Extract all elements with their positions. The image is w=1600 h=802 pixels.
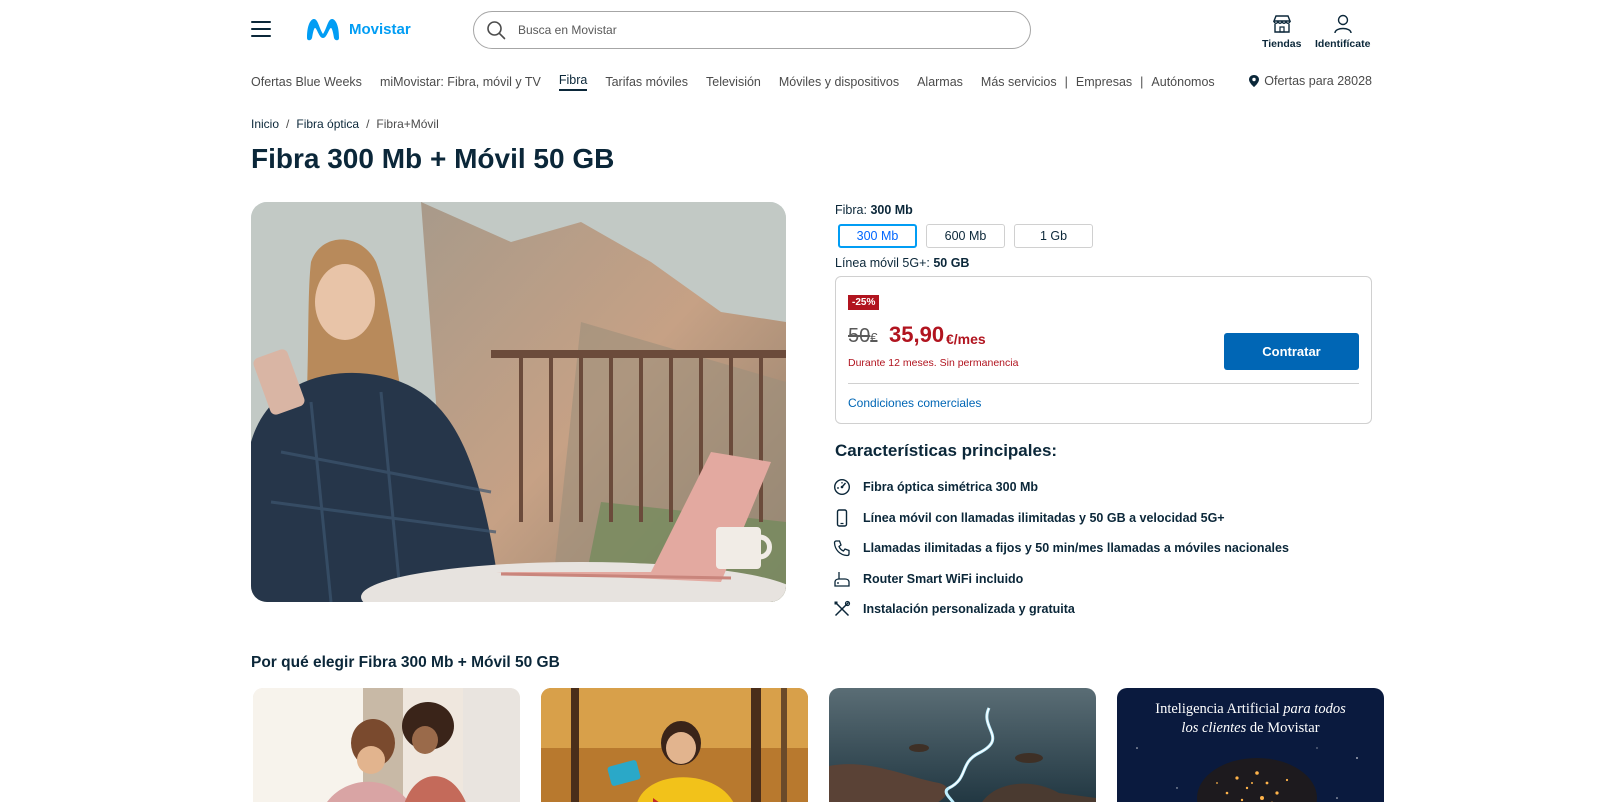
- nav-mas-servicios[interactable]: Más servicios: [981, 75, 1057, 89]
- feature-text: Router Smart WiFi incluido: [863, 571, 1024, 586]
- feature-item: Llamadas ilimitadas a fijos y 50 min/mes…: [833, 533, 1289, 564]
- stores-label: Tiendas: [1262, 38, 1302, 50]
- phone-icon: [833, 540, 850, 557]
- price-note: Durante 12 meses. Sin permanencia: [848, 357, 1019, 369]
- feature-text: Llamadas ilimitadas a fijos y 50 min/mes…: [863, 541, 1289, 556]
- nav-empresas[interactable]: Empresas: [1076, 75, 1132, 89]
- why-section-title: Por qué elegir Fibra 300 Mb + Móvil 50 G…: [251, 654, 560, 671]
- nav-alarmas[interactable]: Alarmas: [917, 75, 963, 89]
- location-pin-icon: [1249, 75, 1260, 87]
- feature-item: Instalación personalizada y gratuita: [833, 594, 1289, 625]
- breadcrumb: Inicio / Fibra óptica / Fibra+Móvil: [251, 117, 439, 131]
- price-card: -25% 50€ 35,90 €/mes Durante 12 meses. S…: [835, 276, 1372, 424]
- product-hero-image: [251, 202, 786, 602]
- feature-text: Fibra óptica simétrica 300 Mb: [863, 480, 1039, 495]
- stores-button[interactable]: Tiendas: [1262, 14, 1302, 50]
- page-title: Fibra 300 Mb + Móvil 50 GB: [251, 143, 615, 174]
- feature-item: Router Smart WiFi incluido: [833, 564, 1289, 595]
- mobile-option-label: Línea móvil 5G+: 50 GB: [835, 256, 969, 270]
- nav-separator: |: [1140, 75, 1144, 89]
- feature-text: Instalación personalizada y gratuita: [863, 602, 1075, 617]
- nav-ofertas-blue-weeks[interactable]: Ofertas Blue Weeks: [251, 75, 362, 89]
- ai-caption-line1: Inteligencia Artificial: [1155, 701, 1280, 717]
- search-bar[interactable]: [473, 11, 1031, 49]
- search-input[interactable]: [518, 23, 998, 37]
- old-price-value: 50: [848, 325, 871, 347]
- breadcrumb-separator: /: [286, 117, 290, 131]
- breadcrumb-fibra-optica[interactable]: Fibra óptica: [296, 117, 359, 131]
- nav-separator: |: [1064, 75, 1068, 89]
- nav-tarifas-moviles[interactable]: Tarifas móviles: [605, 75, 688, 89]
- feature-item: Fibra óptica simétrica 300 Mb: [833, 472, 1289, 503]
- old-price: 50€: [848, 325, 877, 348]
- new-price: 35,90: [889, 322, 945, 347]
- contratar-button[interactable]: Contratar: [1224, 333, 1359, 370]
- fiber-option-300mb[interactable]: 300 Mb: [838, 224, 917, 248]
- selfie-autumn-image: [541, 688, 808, 802]
- ai-caption-line2-italic: los clientes: [1181, 720, 1247, 736]
- fiber-option-600mb[interactable]: 600 Mb: [926, 224, 1005, 248]
- nav-autonomos[interactable]: Autónomos: [1151, 75, 1214, 89]
- ai-caption-line2: de Movistar: [1249, 720, 1320, 736]
- main-nav: Ofertas Blue Weeks miMovistar: Fibra, mó…: [251, 73, 1233, 91]
- women-laughing-image: [253, 688, 520, 802]
- site-header: Movistar Tiendas Identifícate: [0, 0, 1600, 60]
- nav-television[interactable]: Televisión: [706, 75, 761, 89]
- login-label: Identifícate: [1315, 38, 1371, 50]
- coastline-light-image: [829, 688, 1096, 802]
- mobile-icon: [836, 509, 848, 527]
- fiber-speed-options: 300 Mb 600 Mb 1 Gb: [838, 224, 1093, 248]
- feature-item: Línea móvil con llamadas ilimitadas y 50…: [833, 503, 1289, 534]
- movistar-logo[interactable]: Movistar: [305, 16, 411, 42]
- why-card-4[interactable]: Inteligencia Artificial para todos los c…: [1117, 688, 1384, 802]
- menu-icon[interactable]: [251, 21, 271, 37]
- user-icon: [1334, 14, 1352, 34]
- mobile-label-text: Línea móvil 5G+:: [835, 256, 930, 270]
- feature-text: Línea móvil con llamadas ilimitadas y 50…: [863, 510, 1225, 525]
- why-cards: Inteligencia Artificial para todos los c…: [253, 688, 1384, 802]
- search-icon: [487, 21, 506, 40]
- logo-text: Movistar: [349, 20, 411, 38]
- features-list: Fibra óptica simétrica 300 Mb Línea móvi…: [833, 472, 1289, 625]
- router-icon: [834, 571, 850, 587]
- new-price-unit: €/mes: [946, 331, 986, 347]
- why-card-1[interactable]: [253, 688, 520, 802]
- tools-icon: [834, 601, 851, 617]
- nav-fibra[interactable]: Fibra: [558, 73, 588, 91]
- fiber-option-1gb[interactable]: 1 Gb: [1014, 224, 1093, 248]
- old-price-currency: €: [870, 330, 878, 345]
- store-icon: [1272, 15, 1291, 33]
- location-selector[interactable]: Ofertas para 28028: [1249, 74, 1372, 88]
- speed-icon: [833, 479, 851, 496]
- fiber-label-text: Fibra:: [835, 203, 867, 217]
- fiber-selected-value: 300 Mb: [870, 203, 913, 217]
- location-label: Ofertas para 28028: [1264, 74, 1372, 88]
- breadcrumb-separator: /: [366, 117, 370, 131]
- why-card-2[interactable]: [541, 688, 808, 802]
- breadcrumb-inicio[interactable]: Inicio: [251, 117, 279, 131]
- nav-mimovistar[interactable]: miMovistar: Fibra, móvil y TV: [380, 75, 541, 89]
- login-button[interactable]: Identifícate: [1315, 14, 1370, 50]
- conditions-link[interactable]: Condiciones comerciales: [848, 396, 981, 410]
- movistar-m-icon: [307, 19, 339, 41]
- features-title: Características principales:: [835, 441, 1058, 460]
- why-card-3[interactable]: [829, 688, 1096, 802]
- mobile-selected-value: 50 GB: [933, 256, 970, 270]
- ai-card-caption: Inteligencia Artificial para todos los c…: [1117, 700, 1384, 738]
- breadcrumb-current: Fibra+Móvil: [376, 117, 439, 131]
- divider: [848, 383, 1359, 384]
- discount-badge: -25%: [848, 295, 880, 310]
- fiber-option-label: Fibra: 300 Mb: [835, 203, 913, 217]
- nav-moviles-dispositivos[interactable]: Móviles y dispositivos: [779, 75, 899, 89]
- ai-caption-line1-italic: para todos: [1283, 701, 1346, 717]
